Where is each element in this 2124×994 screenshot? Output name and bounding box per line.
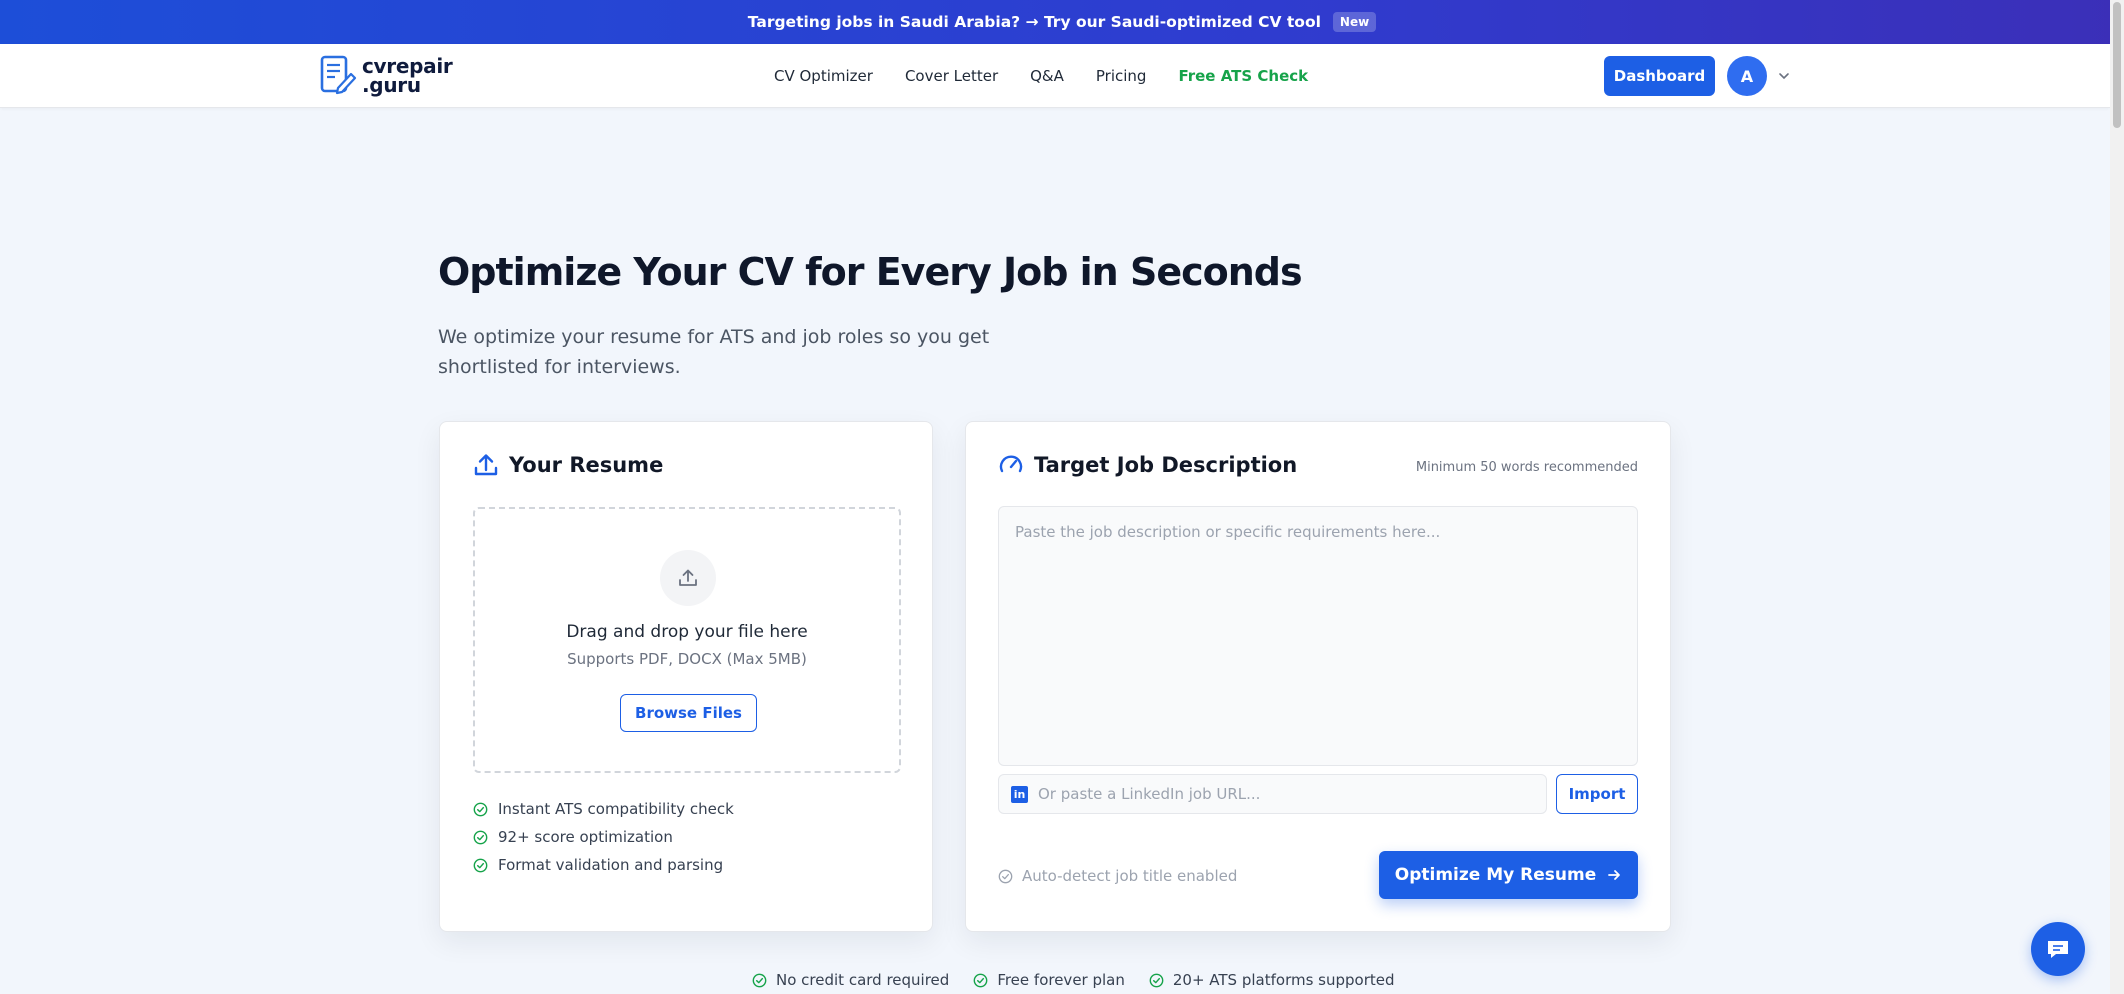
list-item: 92+ score optimization — [473, 823, 734, 851]
feature-list: Instant ATS compatibility check 92+ scor… — [473, 795, 734, 879]
check-circle-icon — [973, 973, 988, 987]
document-edit-icon — [320, 55, 357, 95]
nav-free-ats-check[interactable]: Free ATS Check — [1178, 67, 1308, 85]
main-nav: CV Optimizer Cover Letter Q&A Pricing Fr… — [774, 44, 1308, 108]
check-circle-icon — [998, 869, 1013, 883]
linkedin-icon: in — [1011, 785, 1028, 803]
check-circle-icon — [752, 973, 767, 987]
job-card-title: Target Job Description — [998, 452, 1297, 478]
site-header: cvrepair .guru CV Optimizer Cover Letter… — [0, 44, 2110, 108]
linkedin-url-input[interactable]: in Or paste a LinkedIn job URL... — [998, 774, 1547, 814]
page-scrollbar[interactable] — [2110, 0, 2124, 994]
upload-icon — [474, 454, 498, 476]
optimize-resume-button[interactable]: Optimize My Resume — [1379, 851, 1638, 899]
chat-bubble-icon — [2048, 941, 2068, 958]
nav-cover-letter[interactable]: Cover Letter — [905, 67, 998, 85]
job-description-textarea[interactable]: Paste the job description or specific re… — [998, 506, 1638, 766]
trust-item: No credit card required — [752, 971, 949, 989]
job-description-card: Target Job Description Minimum 50 words … — [965, 421, 1671, 932]
dropzone-subtitle: Supports PDF, DOCX (Max 5MB) — [567, 650, 807, 668]
browse-files-button[interactable]: Browse Files — [620, 694, 757, 732]
new-badge: New — [1332, 12, 1377, 32]
arrow-right-icon — [1608, 870, 1621, 880]
autodetect-status: Auto-detect job title enabled — [998, 867, 1237, 885]
dashboard-button[interactable]: Dashboard — [1604, 56, 1715, 96]
resume-card: Your Resume Drag and drop your file here… — [439, 421, 933, 932]
file-dropzone[interactable]: Drag and drop your file here Supports PD… — [473, 507, 901, 773]
upload-circle — [660, 550, 716, 606]
check-circle-icon — [473, 802, 488, 816]
avatar[interactable]: A — [1727, 56, 1767, 96]
min-words-note: Minimum 50 words recommended — [1415, 460, 1638, 475]
scrollbar-thumb[interactable] — [2113, 2, 2121, 128]
chevron-down-icon[interactable] — [1776, 68, 1792, 84]
chat-widget-button[interactable] — [2031, 922, 2085, 976]
resume-card-title: Your Resume — [473, 452, 663, 478]
logo[interactable]: cvrepair .guru — [318, 54, 453, 98]
announcement-bar[interactable]: Targeting jobs in Saudi Arabia? → Try ou… — [0, 0, 2124, 44]
list-item: Instant ATS compatibility check — [473, 795, 734, 823]
nav-qa[interactable]: Q&A — [1030, 67, 1064, 85]
page-title: Optimize Your CV for Every Job in Second… — [438, 250, 1303, 294]
list-item: Format validation and parsing — [473, 851, 734, 879]
check-circle-icon — [1149, 973, 1164, 987]
dropzone-title: Drag and drop your file here — [566, 622, 808, 642]
page-subtitle: We optimize your resume for ATS and job … — [438, 326, 990, 378]
import-button[interactable]: Import — [1556, 774, 1638, 814]
trust-badges: No credit card required Free forever pla… — [752, 971, 1395, 989]
check-circle-icon — [473, 858, 488, 872]
check-circle-icon — [473, 830, 488, 844]
nav-cv-optimizer[interactable]: CV Optimizer — [774, 67, 873, 85]
trust-item: 20+ ATS platforms supported — [1149, 971, 1395, 989]
announcement-text[interactable]: Targeting jobs in Saudi Arabia? → Try ou… — [748, 13, 1321, 31]
gauge-icon — [999, 455, 1023, 473]
logo-wordmark: cvrepair .guru — [362, 54, 453, 97]
nav-pricing[interactable]: Pricing — [1096, 67, 1147, 85]
trust-item: Free forever plan — [973, 971, 1125, 989]
upload-icon — [679, 569, 697, 586]
